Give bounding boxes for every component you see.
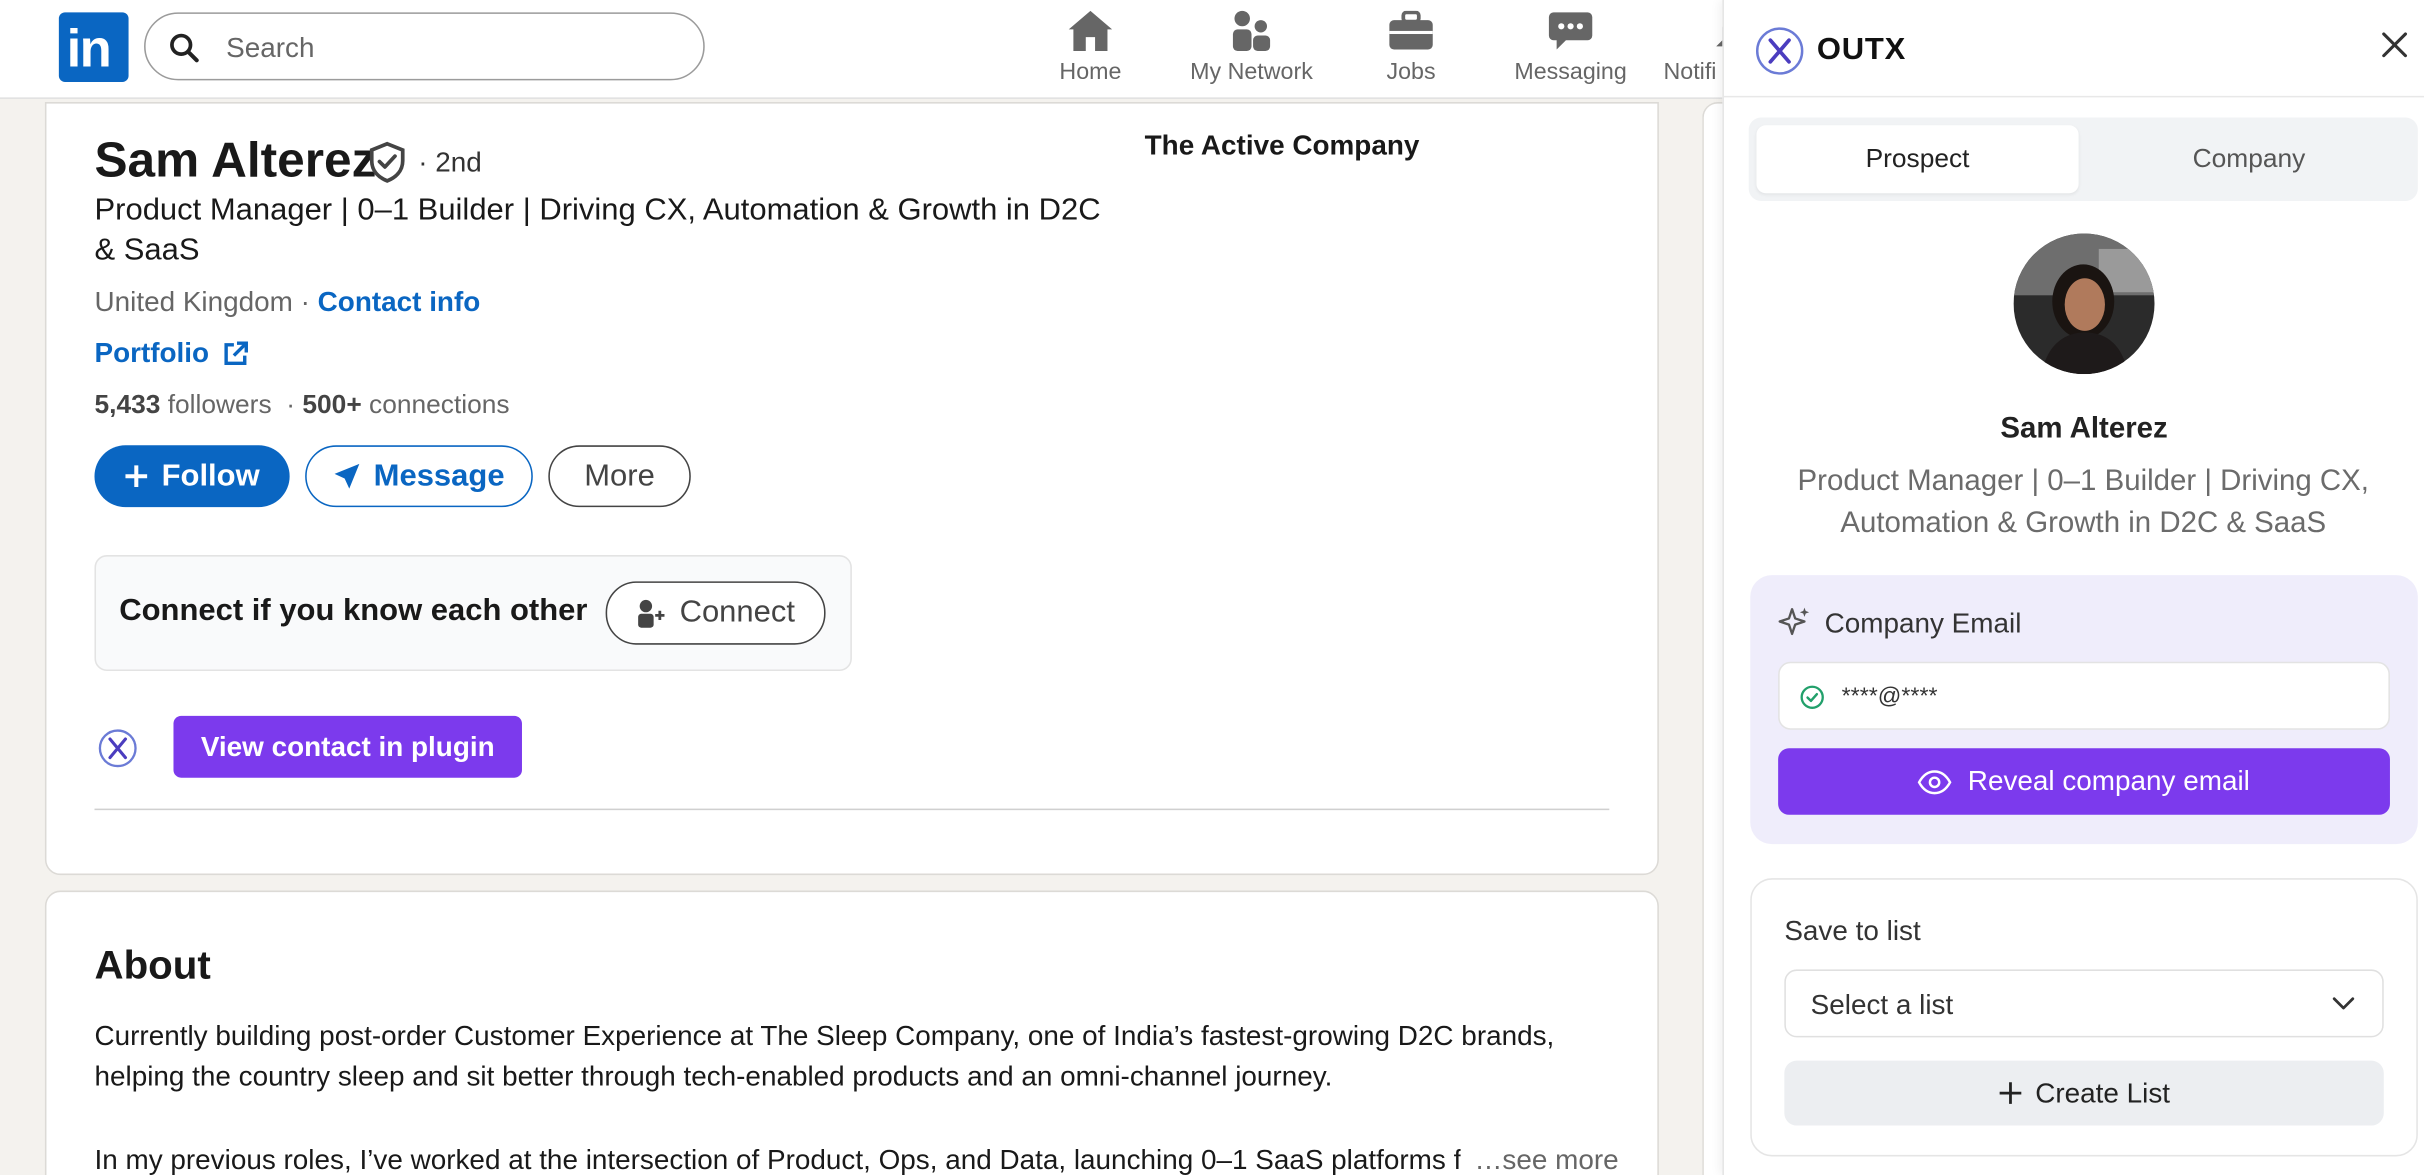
nav-messaging[interactable]: Messaging — [1506, 6, 1636, 85]
nav-messaging-label: Messaging — [1514, 58, 1627, 86]
portfolio-link[interactable]: Portfolio — [94, 337, 249, 369]
linkedin-topnav: in Home My Network Jobs Messaging Notifi — [0, 0, 1738, 99]
message-label: Message — [373, 458, 505, 493]
briefcase-icon — [1389, 10, 1433, 50]
search-box[interactable] — [144, 12, 705, 81]
nav-my-network[interactable]: My Network — [1177, 6, 1326, 85]
search-input[interactable] — [226, 26, 676, 70]
contact-info-link[interactable]: Contact info — [318, 286, 481, 317]
plus-icon — [1999, 1082, 2022, 1104]
outx-panel: OUTX Prospect Company Sam Alterez Produc… — [1722, 0, 2424, 1175]
message-button[interactable]: Message — [305, 445, 533, 508]
see-more-link[interactable]: …see more — [1475, 1139, 1619, 1175]
create-list-label: Create List — [2035, 1076, 2171, 1108]
about-paragraph-1: Currently building post-order Customer E… — [94, 1020, 1555, 1092]
nav-jobs-label: Jobs — [1386, 58, 1436, 86]
portfolio-label: Portfolio — [94, 337, 210, 368]
add-person-icon — [637, 599, 665, 627]
external-link-icon — [224, 340, 248, 365]
company-email-field: ****@**** — [1778, 661, 2390, 730]
plus-icon — [125, 465, 148, 488]
profile-headline: Product Manager | 0–1 Builder | Driving … — [94, 193, 1101, 268]
nav-home-label: Home — [1059, 58, 1122, 86]
connections-label[interactable]: connections — [369, 390, 510, 419]
company-email-label: Company Email — [1824, 607, 2022, 639]
profile-stats: 5,433 followers · 500+ connections — [94, 390, 509, 421]
verified-shield-icon[interactable] — [367, 141, 407, 184]
connect-prompt-box: Connect if you know each other Connect — [94, 555, 852, 672]
outx-panel-header: OUTX — [1723, 0, 2424, 98]
messaging-icon — [1548, 12, 1593, 50]
sparkle-icon — [1778, 607, 1810, 636]
prospect-name: Sam Alterez — [2000, 412, 2168, 446]
outx-panel-title: OUTX — [1816, 32, 1907, 67]
create-list-button[interactable]: Create List — [1784, 1060, 2384, 1126]
profile-location: United Kingdom · Contact info — [94, 286, 480, 318]
prospect-avatar — [2013, 233, 2155, 375]
profile-name: Sam Alterez — [94, 131, 377, 188]
connect-label: Connect — [679, 595, 795, 630]
select-list-value: Select a list — [1810, 989, 1954, 1021]
follow-button[interactable]: Follow — [94, 445, 290, 508]
reveal-company-email-button[interactable]: Reveal company email — [1778, 748, 2390, 815]
eye-icon — [1918, 769, 1953, 794]
connections-separator: · — [286, 389, 296, 419]
connections-count[interactable]: 500+ — [302, 390, 361, 419]
connection-degree: · 2nd — [418, 146, 482, 178]
company-email-section: Company Email ****@**** Reveal company e… — [1750, 575, 2418, 845]
reveal-label: Reveal company email — [1967, 765, 2250, 797]
view-contact-in-plugin-button[interactable]: View contact in plugin — [173, 715, 522, 778]
chevron-down-icon — [2332, 997, 2355, 1010]
close-icon[interactable] — [2381, 31, 2409, 59]
outx-logo-icon — [1755, 27, 1804, 75]
save-to-list-section: Save to list Select a list Create List — [1750, 878, 2418, 1157]
location-text: United Kingdom · — [94, 286, 310, 317]
about-title: About — [94, 941, 211, 988]
outx-tabs: Prospect Company — [1748, 117, 2418, 201]
more-button[interactable]: More — [548, 445, 691, 508]
select-list-dropdown[interactable]: Select a list — [1784, 969, 2384, 1038]
follow-label: Follow — [161, 458, 260, 493]
followers-label: followers — [167, 389, 272, 419]
profile-card: Sam Alterez · 2nd The Active Company Pro… — [44, 102, 1659, 876]
check-circle-icon — [1800, 685, 1824, 709]
nav-my-network-label: My Network — [1190, 58, 1313, 86]
outx-logo-icon — [98, 729, 137, 768]
connect-button[interactable]: Connect — [605, 581, 826, 645]
masked-email: ****@**** — [1841, 683, 1938, 710]
about-card: About Currently building post-order Cust… — [44, 890, 1659, 1175]
network-icon — [1232, 10, 1271, 52]
search-icon — [170, 33, 199, 63]
save-to-list-label: Save to list — [1784, 915, 1921, 947]
linkedin-logo[interactable]: in — [58, 12, 129, 82]
followers-count: 5,433 — [94, 389, 161, 419]
tab-company[interactable]: Company — [2088, 125, 2410, 193]
more-label: More — [584, 458, 655, 493]
nav-jobs[interactable]: Jobs — [1363, 6, 1459, 85]
connect-prompt-text: Connect if you know each other — [119, 593, 588, 628]
home-icon — [1068, 10, 1113, 52]
about-paragraph-2: In my previous roles, I’ve worked at the… — [94, 1144, 1461, 1175]
send-icon — [334, 463, 360, 489]
section-divider — [94, 808, 1610, 811]
current-company[interactable]: The Active Company — [1145, 130, 1420, 162]
nav-home[interactable]: Home — [1041, 6, 1140, 85]
prospect-headline: Product Manager | 0–1 Builder | Driving … — [1797, 465, 2369, 540]
tab-prospect[interactable]: Prospect — [1756, 125, 2079, 194]
